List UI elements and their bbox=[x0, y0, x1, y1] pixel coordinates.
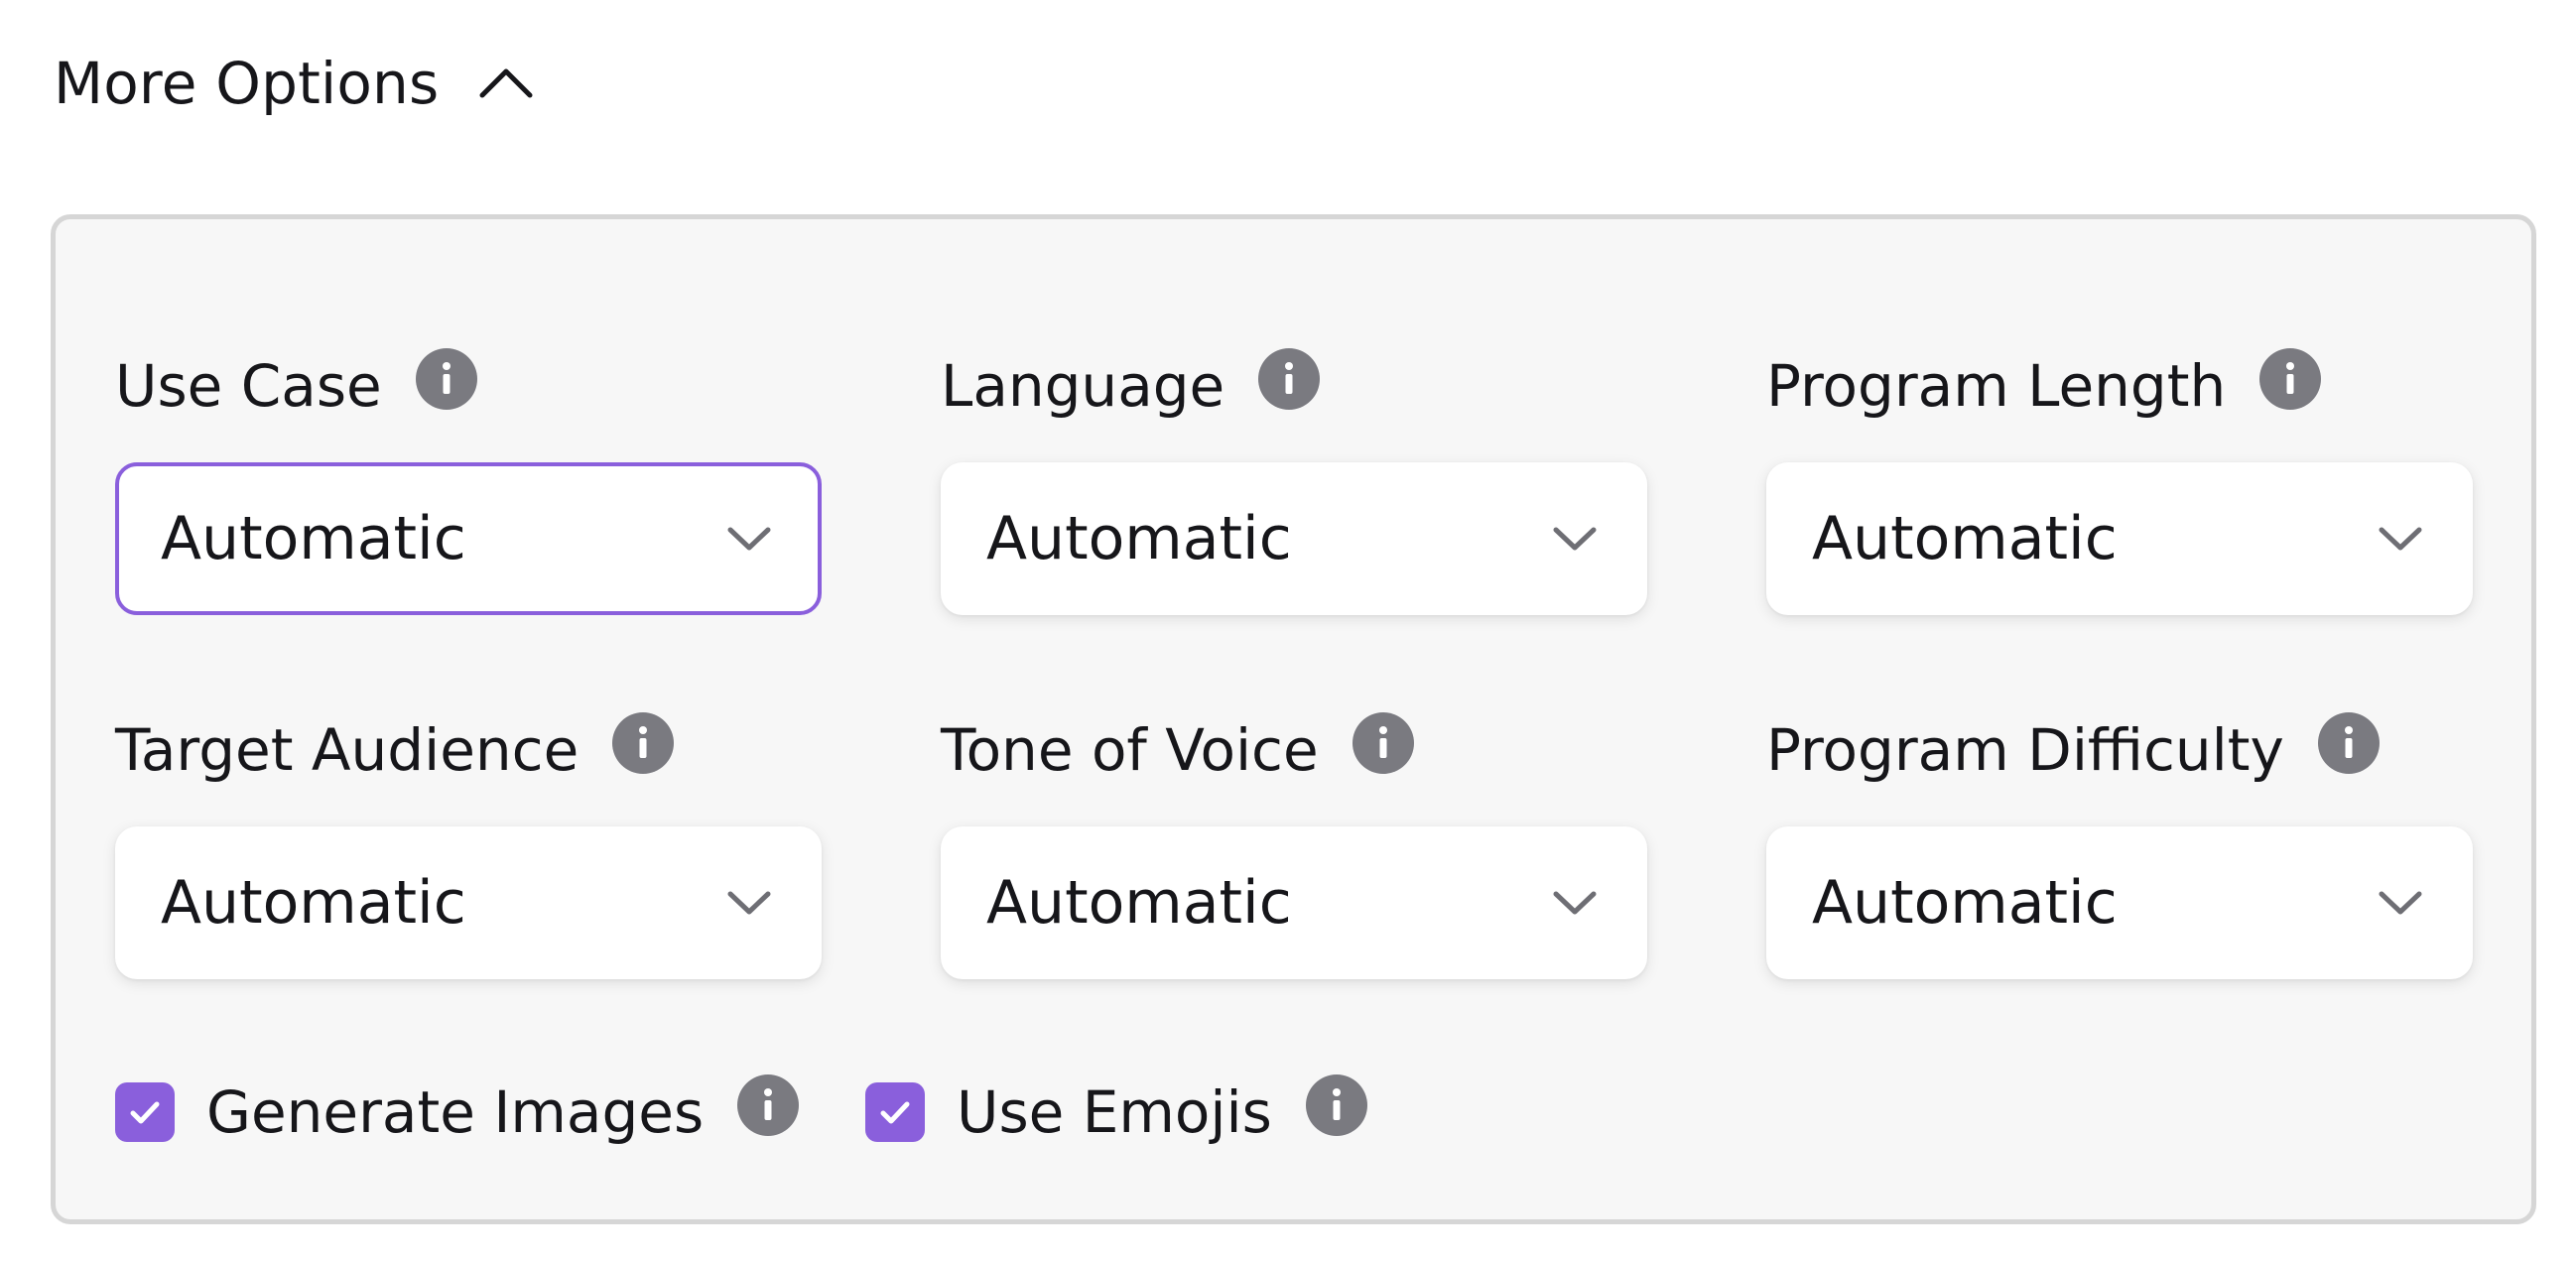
info-icon[interactable] bbox=[1305, 1074, 1367, 1136]
use-emojis-label[interactable]: Use Emojis bbox=[957, 1077, 1272, 1147]
use-case-select[interactable]: Automatic bbox=[115, 462, 822, 615]
language-value: Automatic bbox=[986, 504, 1292, 573]
chevron-down-icon bbox=[727, 891, 771, 915]
tone-of-voice-label: Tone of Voice bbox=[941, 716, 1319, 784]
program-difficulty-value: Automatic bbox=[1812, 868, 2118, 938]
options-panel: Use Case Automatic Language Automatic Pr… bbox=[51, 214, 2536, 1224]
chevron-down-icon bbox=[2379, 527, 2422, 551]
program-length-select[interactable]: Automatic bbox=[1766, 462, 2473, 615]
more-options-toggle[interactable]: More Options bbox=[54, 48, 536, 119]
program-length-label: Program Length bbox=[1766, 352, 2227, 420]
tone-of-voice-select[interactable]: Automatic bbox=[941, 826, 1647, 979]
program-difficulty-label: Program Difficulty bbox=[1766, 716, 2284, 784]
more-options-page: More Options Use Case Automatic Language… bbox=[0, 0, 2576, 1262]
info-icon[interactable] bbox=[2259, 348, 2322, 410]
info-icon[interactable] bbox=[612, 712, 675, 774]
use-case-value: Automatic bbox=[161, 504, 466, 573]
generate-images-checkbox[interactable] bbox=[115, 1082, 175, 1142]
checkmark-icon bbox=[880, 1101, 910, 1124]
program-length-value: Automatic bbox=[1812, 504, 2118, 573]
info-icon[interactable] bbox=[1258, 348, 1321, 410]
language-select[interactable]: Automatic bbox=[941, 462, 1647, 615]
field-program-length: Program Length Automatic bbox=[1766, 341, 2473, 615]
more-options-label: More Options bbox=[54, 50, 440, 117]
chevron-down-icon bbox=[1553, 891, 1597, 915]
checkmark-icon bbox=[130, 1101, 160, 1124]
target-audience-value: Automatic bbox=[161, 868, 466, 938]
field-language: Language Automatic bbox=[941, 341, 1647, 615]
use-case-label: Use Case bbox=[115, 352, 382, 420]
field-tone-of-voice: Tone of Voice Automatic bbox=[941, 705, 1647, 979]
generate-images-label[interactable]: Generate Images bbox=[206, 1077, 704, 1147]
language-label: Language bbox=[941, 352, 1225, 420]
info-icon[interactable] bbox=[2317, 712, 2380, 774]
tone-of-voice-value: Automatic bbox=[986, 868, 1292, 938]
generate-images-option: Generate Images bbox=[115, 1073, 800, 1152]
field-use-case: Use Case Automatic bbox=[115, 341, 822, 615]
chevron-down-icon bbox=[727, 527, 771, 551]
field-program-difficulty: Program Difficulty Automatic bbox=[1766, 705, 2473, 979]
use-emojis-option: Use Emojis bbox=[865, 1073, 1367, 1152]
target-audience-label: Target Audience bbox=[115, 716, 580, 784]
field-target-audience: Target Audience Automatic bbox=[115, 705, 822, 979]
chevron-down-icon bbox=[1553, 527, 1597, 551]
program-difficulty-select[interactable]: Automatic bbox=[1766, 826, 2473, 979]
info-icon[interactable] bbox=[737, 1074, 800, 1136]
use-emojis-checkbox[interactable] bbox=[865, 1082, 925, 1142]
info-icon[interactable] bbox=[1352, 712, 1414, 774]
chevron-down-icon bbox=[2379, 891, 2422, 915]
chevron-up-icon bbox=[479, 68, 533, 98]
target-audience-select[interactable]: Automatic bbox=[115, 826, 822, 979]
info-icon[interactable] bbox=[415, 348, 477, 410]
